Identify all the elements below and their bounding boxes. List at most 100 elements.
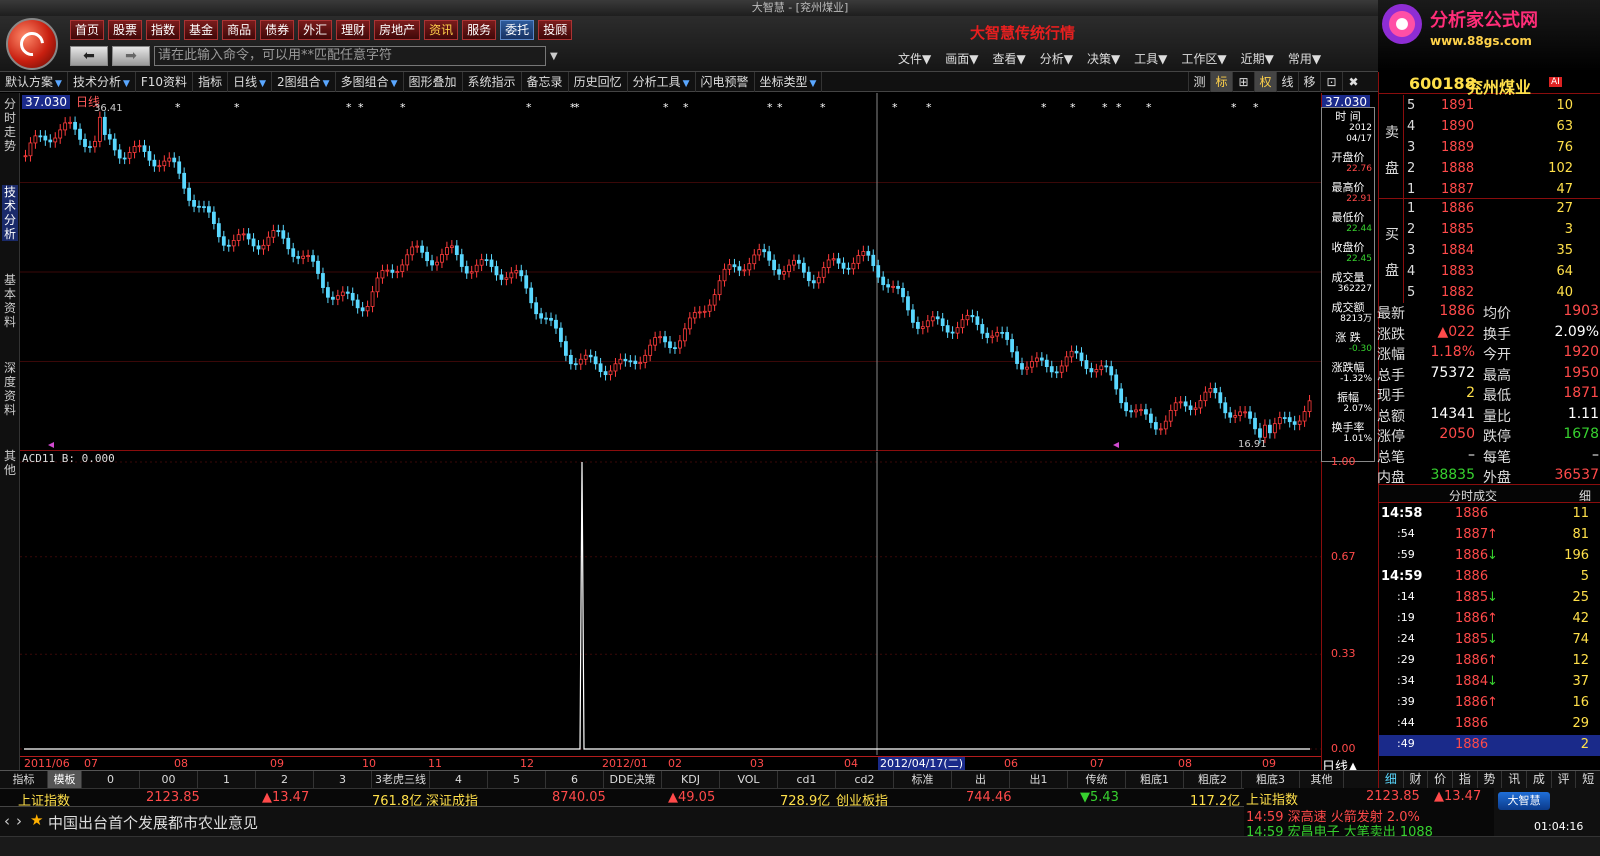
nav-button-6[interactable]: 外汇 [298, 20, 333, 40]
menu-5[interactable]: 工具▼ [1134, 50, 1167, 67]
nav-button-0[interactable]: 首页 [70, 20, 105, 40]
bottom-tab-17[interactable]: 出 [952, 771, 1010, 788]
toolbar-item-9[interactable]: 备忘录 [522, 72, 569, 92]
toolbar-item-8[interactable]: 系统指示 [463, 72, 522, 92]
news-next-icon[interactable]: › [16, 812, 22, 830]
ai-badge[interactable]: AI [1549, 77, 1562, 87]
nav-button-11[interactable]: 委托 [500, 20, 535, 40]
toolbar-right-3[interactable]: 权 [1254, 72, 1276, 92]
ticks-detail-label[interactable]: 细 [1579, 487, 1591, 504]
nav-button-3[interactable]: 基金 [184, 20, 219, 40]
nav-button-9[interactable]: 资讯 [424, 20, 459, 40]
tick-row-5[interactable]: :19 1886 ↑ 42 [1379, 609, 1600, 630]
tick-row-0[interactable]: 14:58 1886 11 [1379, 504, 1600, 525]
tick-row-3[interactable]: 14:59 1886 5 [1379, 567, 1600, 588]
bottom-tab-14[interactable]: cd1 [778, 771, 836, 788]
nav-button-2[interactable]: 指数 [146, 20, 181, 40]
ad-logo[interactable]: 分析家公式网 www.88gs.com [1378, 0, 1600, 72]
menu-0[interactable]: 文件▼ [898, 50, 931, 67]
bids-row-4[interactable]: 5 1882 40 [1379, 284, 1600, 303]
nav-button-7[interactable]: 理财 [336, 20, 371, 40]
toolbar-item-11[interactable]: 分析工具 [628, 72, 696, 92]
bottom-tab-3[interactable]: 00 [140, 771, 198, 788]
toolbar-item-1[interactable]: 技术分析 [68, 72, 136, 92]
asks-row-4[interactable]: 1 1887 47 [1379, 181, 1600, 200]
asks-row-1[interactable]: 4 1890 63 [1379, 118, 1600, 137]
bottom-tab-10[interactable]: 6 [546, 771, 604, 788]
asks-row-2[interactable]: 3 1889 76 [1379, 139, 1600, 158]
bottom-tab-22[interactable]: 粗底3 [1242, 771, 1300, 788]
bottom-tab-13[interactable]: VOL [720, 771, 778, 788]
quote-tab-5[interactable]: 讯 [1502, 771, 1528, 788]
news-headline[interactable]: 中国出台首个发展都市农业意见 [48, 812, 258, 833]
tick-row-11[interactable]: :49 1886 2 [1379, 735, 1600, 756]
toolbar-right-4[interactable]: 线 [1276, 72, 1298, 92]
tick-row-6[interactable]: :24 1885 ↓ 74 [1379, 630, 1600, 651]
quote-tab-4[interactable]: 势 [1478, 771, 1503, 788]
bids-row-2[interactable]: 3 1884 35 [1379, 242, 1600, 261]
nav-button-8[interactable]: 房地产 [374, 20, 421, 40]
back-arrow-icon[interactable]: ⬅ [70, 46, 108, 66]
toolbar-right-2[interactable]: ⊞ [1232, 72, 1254, 92]
bottom-tab-9[interactable]: 5 [488, 771, 546, 788]
toolbar-item-5[interactable]: 2图组合 [272, 72, 336, 92]
menu-3[interactable]: 分析▼ [1040, 50, 1073, 67]
kline-chart[interactable]: * * * * * * * * * * * * * * * * * * * * * * 37.030 日线 36.41 1… [20, 93, 1321, 451]
menu-2[interactable]: 查看▼ [992, 50, 1025, 67]
forward-arrow-icon[interactable]: ➡ [112, 46, 150, 66]
bottom-tab-4[interactable]: 1 [198, 771, 256, 788]
toolbar-item-6[interactable]: 多图组合 [336, 72, 404, 92]
toolbar-right-7[interactable]: ✖ [1342, 72, 1364, 92]
indicator-chart[interactable]: ACD11 B: 0.000 [20, 452, 1321, 755]
bottom-tab-11[interactable]: DDE决策 [604, 771, 662, 788]
bottom-tab-6[interactable]: 3 [314, 771, 372, 788]
nav-button-1[interactable]: 股票 [108, 20, 143, 40]
menu-4[interactable]: 决策▼ [1087, 50, 1120, 67]
menu-8[interactable]: 常用▼ [1288, 50, 1321, 67]
bottom-tab-12[interactable]: KDJ [662, 771, 720, 788]
left-tab-0[interactable]: 分时走势 [2, 97, 18, 153]
bottom-tab-16[interactable]: 标准 [894, 771, 952, 788]
tick-row-8[interactable]: :34 1884 ↓ 37 [1379, 672, 1600, 693]
bottom-tab-20[interactable]: 粗底1 [1126, 771, 1184, 788]
command-input[interactable]: 请在此输入命令，可以用**匹配任意字符 [154, 46, 546, 66]
bottom-tab-0[interactable]: 指标 [0, 771, 48, 788]
bottom-tab-7[interactable]: 3老虎三线 [372, 771, 430, 788]
nav-button-5[interactable]: 债券 [260, 20, 295, 40]
bottom-tab-5[interactable]: 2 [256, 771, 314, 788]
toolbar-right-6[interactable]: ⊡ [1320, 72, 1342, 92]
toolbar-item-3[interactable]: 指标 [193, 72, 229, 92]
quote-tab-8[interactable]: 短 [1576, 771, 1600, 788]
toolbar-item-10[interactable]: 历史回忆 [569, 72, 628, 92]
quote-tab-1[interactable]: 财 [1404, 771, 1429, 788]
bids-row-3[interactable]: 4 1883 64 [1379, 263, 1600, 282]
tick-row-2[interactable]: :59 1886 ↓ 196 [1379, 546, 1600, 567]
bottom-tab-21[interactable]: 粗底2 [1184, 771, 1242, 788]
bottom-tab-23[interactable]: 其他 [1300, 771, 1344, 788]
bottom-tab-15[interactable]: cd2 [836, 771, 894, 788]
toolbar-item-13[interactable]: 坐标类型 [755, 72, 823, 92]
bottom-tab-1[interactable]: 模板 [48, 771, 82, 788]
left-tab-3[interactable]: 深度资料 [2, 361, 18, 417]
nav-button-12[interactable]: 投顾 [538, 20, 573, 40]
star-icon[interactable]: ★ [30, 811, 43, 829]
asks-row-3[interactable]: 2 1888 102 [1379, 160, 1600, 179]
tick-row-7[interactable]: :29 1886 ↑ 12 [1379, 651, 1600, 672]
nav-button-10[interactable]: 服务 [462, 20, 497, 40]
quote-tab-3[interactable]: 指 [1453, 771, 1478, 788]
news-prev-icon[interactable]: ‹ [4, 812, 10, 830]
toolbar-item-7[interactable]: 图形叠加 [404, 72, 463, 92]
quote-tab-6[interactable]: 成 [1527, 771, 1552, 788]
toolbar-right-5[interactable]: 移 [1298, 72, 1320, 92]
command-dropdown-icon[interactable]: ▼ [550, 51, 558, 62]
toolbar-item-2[interactable]: F10资料 [136, 72, 194, 92]
bids-row-0[interactable]: 1 1886 27 [1379, 200, 1600, 219]
tick-row-4[interactable]: :14 1885 ↓ 25 [1379, 588, 1600, 609]
quote-tab-0[interactable]: 细 [1379, 771, 1404, 788]
tick-row-9[interactable]: :39 1886 ↑ 16 [1379, 693, 1600, 714]
asks-row-0[interactable]: 5 1891 10 [1379, 97, 1600, 116]
quote-tab-2[interactable]: 价 [1428, 771, 1454, 788]
bids-row-1[interactable]: 2 1885 3 [1379, 221, 1600, 240]
left-tab-2[interactable]: 基本资料 [2, 273, 18, 329]
tick-row-1[interactable]: :54 1887 ↑ 81 [1379, 525, 1600, 546]
